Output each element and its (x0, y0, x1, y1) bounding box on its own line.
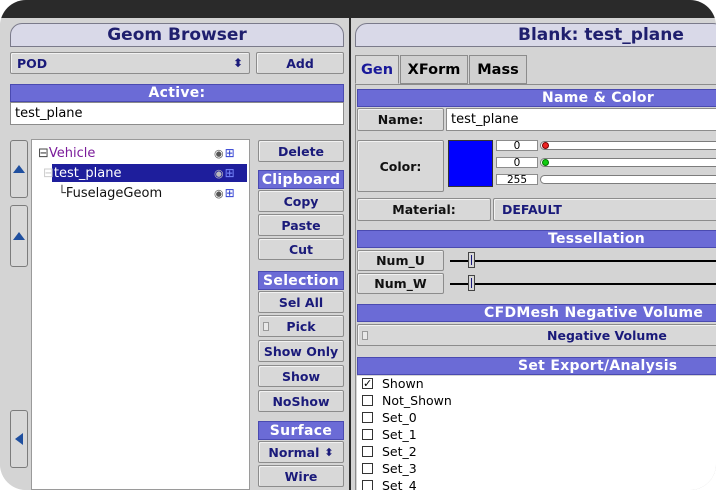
set-checkbox-not-shown[interactable] (362, 395, 373, 406)
add-button[interactable]: Add (256, 52, 344, 74)
blue-slider[interactable] (540, 175, 716, 184)
surface-header: Surface (258, 421, 344, 440)
set-label: Set_2 (382, 444, 417, 459)
set-label: Not_Shown (382, 393, 452, 408)
pick-label: Pick (286, 318, 316, 334)
set-label: Set_3 (382, 461, 417, 476)
set-label: Set_4 (382, 478, 417, 490)
set-label: Shown (382, 376, 424, 391)
tab-xform[interactable]: XForm (400, 55, 468, 84)
scroll-left-button[interactable] (10, 410, 28, 468)
visibility-eye-icon[interactable]: ◉ ⊞ (214, 166, 240, 180)
cut-button[interactable]: Cut (258, 238, 344, 260)
show-button[interactable]: Show (258, 365, 344, 387)
geom-type-value: POD (17, 55, 48, 71)
color-label: Color: (357, 140, 444, 192)
surface-type-value: Normal (268, 444, 320, 460)
num-w-slider[interactable] (450, 283, 716, 285)
tessellation-header-text: Tessellation (548, 231, 646, 247)
name-color-header: Name & Color (357, 89, 716, 107)
red-value[interactable]: 0 (496, 140, 538, 151)
material-label: Material: (357, 198, 491, 221)
num-w-slider-knob[interactable] (468, 275, 475, 291)
tree-item-label: FuselageGeom (65, 186, 163, 201)
wire-button[interactable]: Wire (258, 465, 344, 487)
tab-gen[interactable]: Gen (355, 55, 399, 84)
cfd-header-text: CFDMesh Negative Volume (484, 305, 704, 321)
select-all-button[interactable]: Sel All (258, 291, 344, 313)
negative-volume-checkbox[interactable] (362, 331, 368, 340)
active-header: Active: (10, 84, 344, 102)
active-geom-field[interactable]: test_plane (10, 102, 344, 125)
negative-volume-toggle[interactable]: Negative Volume (357, 324, 716, 346)
scroll-up-button[interactable] (10, 205, 28, 267)
name-input[interactable]: test_plane (446, 108, 716, 131)
tree-item-test-plane[interactable]: ⊟ test_plane (43, 165, 121, 182)
app-window: Geom Browser POD ⬍ Add Active: test_plan… (0, 0, 716, 490)
tree-item-label: test_plane (53, 166, 122, 181)
pick-checkbox[interactable] (263, 322, 269, 331)
geom-editor-title: Blank: test_plane (355, 23, 716, 47)
green-slider[interactable] (540, 158, 716, 167)
noshow-button[interactable]: NoShow (258, 390, 344, 412)
tree-branch-icon: └ (58, 186, 66, 201)
num-u-slider-knob[interactable] (468, 252, 475, 268)
material-select[interactable]: DEFAULT (493, 198, 716, 221)
cfd-header: CFDMesh Negative Volume (357, 304, 716, 322)
updown-arrows-icon: ⬍ (232, 56, 243, 70)
set-checkbox-set-1[interactable] (362, 429, 373, 440)
pick-toggle[interactable]: Pick (258, 315, 344, 337)
tree-item-label: Vehicle (48, 146, 96, 161)
tree-item-vehicle[interactable]: ⊟ Vehicle (38, 145, 95, 162)
geom-type-select[interactable]: POD ⬍ (10, 52, 250, 74)
paste-button[interactable]: Paste (258, 214, 344, 236)
show-only-button[interactable]: Show Only (258, 340, 344, 362)
name-label: Name: (357, 108, 444, 131)
red-slider-knob[interactable] (542, 142, 549, 149)
negative-volume-label: Negative Volume (547, 327, 667, 343)
arrow-left-icon (15, 433, 23, 445)
set-export-header-text: Set Export/Analysis (518, 358, 678, 374)
delete-button[interactable]: Delete (258, 140, 344, 162)
scroll-top-button[interactable] (10, 140, 28, 198)
visibility-eye-icon[interactable]: ◉ ⊞ (214, 186, 240, 200)
geom-editor-title-text: Blank: test_plane (518, 25, 684, 45)
color-swatch[interactable] (448, 140, 493, 187)
arrow-up-icon (13, 232, 25, 240)
collapse-icon[interactable]: ⊟ (43, 166, 54, 181)
set-export-header: Set Export/Analysis (357, 357, 716, 375)
set-checkbox-set-2[interactable] (362, 446, 373, 457)
set-checkbox-set-3[interactable] (362, 463, 373, 474)
num-w-label: Num_W (357, 273, 444, 294)
name-color-header-text: Name & Color (542, 90, 655, 106)
num-u-label: Num_U (357, 250, 444, 271)
tab-mass[interactable]: Mass (469, 55, 527, 84)
set-checkbox-set-0[interactable] (362, 412, 373, 423)
top-edge (0, 0, 716, 18)
green-value[interactable]: 0 (496, 157, 538, 168)
blue-value[interactable]: 255 (496, 174, 538, 185)
clipboard-header: Clipboard (258, 170, 344, 189)
set-label: Set_1 (382, 427, 417, 442)
tessellation-header: Tessellation (357, 230, 716, 248)
set-checkbox-shown[interactable]: ✓ (362, 378, 373, 389)
copy-button[interactable]: Copy (258, 190, 344, 212)
collapse-icon[interactable]: ⊟ (38, 146, 49, 161)
arrow-up-icon (13, 165, 25, 173)
selection-header: Selection (258, 271, 344, 290)
geom-browser-title: Geom Browser (10, 23, 344, 47)
set-label: Set_0 (382, 410, 417, 425)
tree-item-fuselagegeom[interactable]: └ FuselageGeom (58, 185, 162, 202)
set-checkbox-set-4[interactable] (362, 480, 373, 490)
num-u-slider[interactable] (450, 260, 716, 262)
green-slider-knob[interactable] (542, 159, 549, 166)
visibility-eye-icon[interactable]: ◉ ⊞ (214, 146, 240, 160)
surface-type-select[interactable]: Normal ⬍ (258, 441, 344, 463)
updown-arrows-icon: ⬍ (324, 445, 334, 459)
red-slider[interactable] (540, 141, 716, 150)
